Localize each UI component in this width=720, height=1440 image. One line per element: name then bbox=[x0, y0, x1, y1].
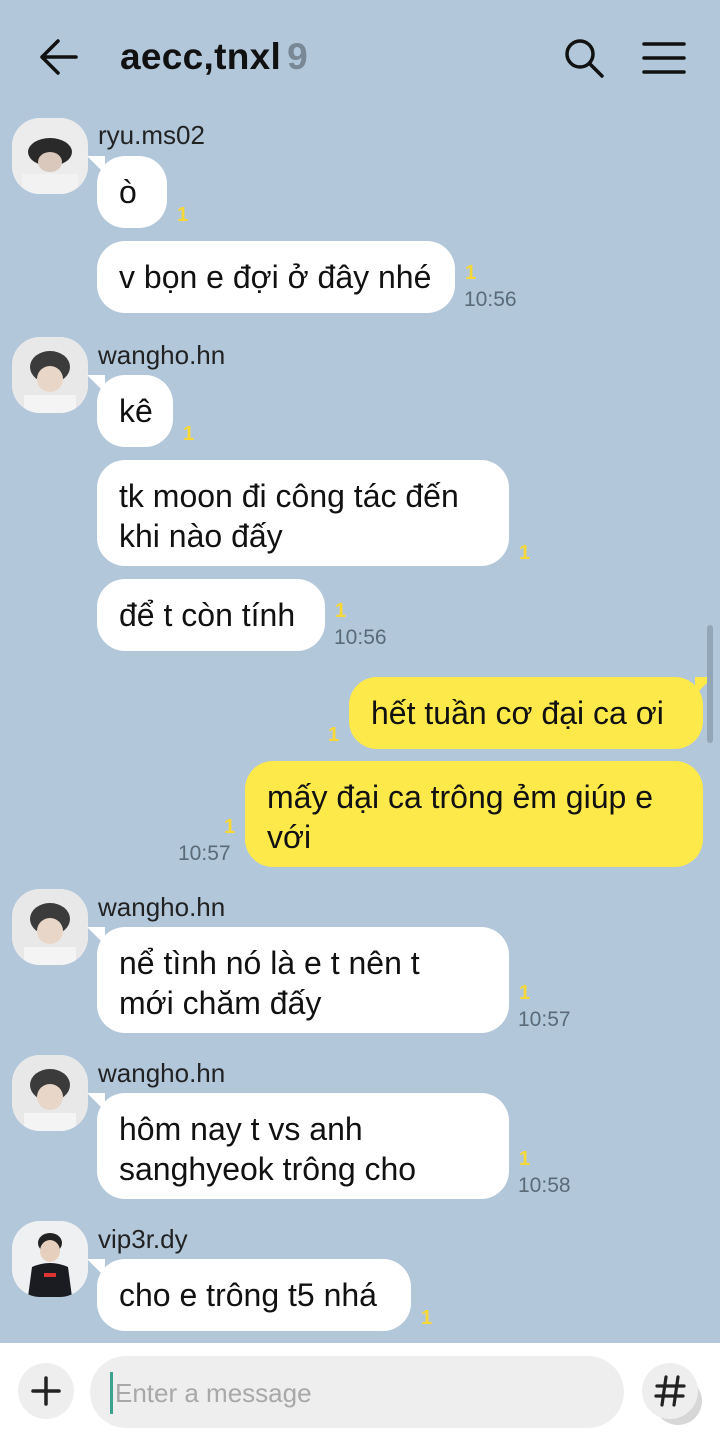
message-bubble[interactable]: nể tình nó là e t nên t mới chăm đấy bbox=[87, 927, 509, 1033]
message-bubble[interactable]: v bọn e đợi ở đây nhé bbox=[97, 241, 455, 313]
hash-icon bbox=[654, 1375, 686, 1407]
message-time: 10:57 bbox=[178, 842, 231, 865]
message-bubble[interactable]: kê bbox=[87, 375, 173, 447]
sender-name: vip3r.dy bbox=[98, 1224, 188, 1254]
message-bubble[interactable]: tk moon đi công tác đến khi nào đấy bbox=[97, 460, 509, 566]
search-icon[interactable] bbox=[562, 36, 606, 80]
message-field[interactable] bbox=[90, 1356, 702, 1428]
hamburger-icon[interactable] bbox=[642, 40, 686, 76]
message-time: 10:57 bbox=[518, 1008, 571, 1031]
my-message-bubble[interactable]: hết tuần cơ đại ca ơi bbox=[349, 677, 713, 749]
message-bubble[interactable]: để t còn tính bbox=[97, 579, 325, 651]
avatar[interactable] bbox=[12, 337, 88, 413]
unread-count: 1 bbox=[224, 816, 236, 838]
avatar[interactable] bbox=[12, 1221, 88, 1297]
unread-count: 1 bbox=[177, 204, 189, 226]
my-message-bubble[interactable]: mấy đại ca trông ẻm giúp e với bbox=[245, 761, 703, 867]
message-time: 10:56 bbox=[334, 626, 387, 649]
avatar[interactable] bbox=[12, 1055, 88, 1131]
plus-icon bbox=[31, 1376, 61, 1406]
chat-header: aecc,tnxl 9 bbox=[0, 0, 720, 115]
message-input[interactable] bbox=[110, 1372, 547, 1414]
unread-count: 1 bbox=[519, 542, 531, 564]
unread-count: 1 bbox=[465, 262, 477, 284]
sender-name: wangho.hn bbox=[98, 892, 226, 922]
unread-count: 1 bbox=[328, 724, 340, 746]
message-bubble[interactable]: hôm nay t vs anh sanghyeok trông cho bbox=[87, 1093, 509, 1199]
sender-name: ryu.ms02 bbox=[98, 120, 205, 150]
chat-title: aecc,tnxl 9 bbox=[120, 36, 308, 78]
unread-count: 1 bbox=[519, 1148, 531, 1170]
scrollbar[interactable] bbox=[707, 625, 713, 743]
message-bubble[interactable]: ò bbox=[87, 156, 167, 228]
member-count: 9 bbox=[287, 36, 308, 77]
message-time: 10:56 bbox=[464, 288, 517, 311]
avatar[interactable] bbox=[12, 889, 88, 965]
unread-count: 1 bbox=[335, 600, 347, 622]
chat-name: aecc,tnxl bbox=[120, 36, 282, 77]
message-time: 10:58 bbox=[518, 1174, 571, 1197]
message-bubble[interactable]: cho e trông t5 nhá bbox=[87, 1259, 411, 1331]
arrow-left-icon[interactable] bbox=[36, 37, 80, 77]
unread-count: 1 bbox=[519, 982, 531, 1004]
plus-button[interactable] bbox=[18, 1363, 74, 1419]
message-input-bar bbox=[0, 1343, 720, 1440]
unread-count: 1 bbox=[421, 1307, 433, 1329]
sender-name: wangho.hn bbox=[98, 340, 226, 370]
sender-name: wangho.hn bbox=[98, 1058, 226, 1088]
unread-count: 1 bbox=[183, 423, 195, 445]
hash-button[interactable] bbox=[642, 1363, 698, 1419]
avatar[interactable] bbox=[12, 118, 88, 194]
